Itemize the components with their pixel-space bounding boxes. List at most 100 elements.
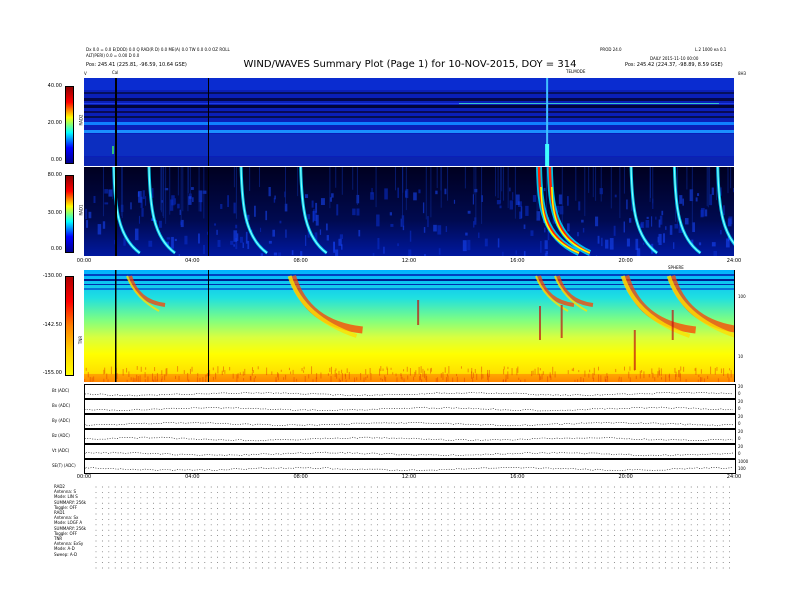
settings-dot <box>428 540 430 542</box>
line-panel-right-tick: 20 <box>738 384 744 389</box>
rad1-noise-mark <box>725 238 730 248</box>
settings-dot <box>588 545 590 547</box>
settings-dot <box>665 518 667 520</box>
settings-dot <box>447 551 449 553</box>
settings-dot <box>697 535 699 537</box>
settings-dot <box>671 491 673 493</box>
settings-dot <box>524 551 526 553</box>
settings-dot <box>133 513 135 515</box>
settings-dot <box>665 491 667 493</box>
settings-dot <box>364 540 366 542</box>
settings-dot <box>441 556 443 558</box>
tnr-noise-mark <box>502 379 504 382</box>
settings-dot <box>409 497 411 499</box>
settings-dot <box>697 545 699 547</box>
tnr-noise-mark <box>136 366 138 370</box>
rad1-noise-mark <box>325 223 328 231</box>
settings-dot <box>505 508 507 510</box>
rad1-noise-mark <box>567 223 570 232</box>
settings-dot <box>332 556 334 558</box>
settings-dot <box>434 518 436 520</box>
tnr-noise-mark <box>338 378 340 382</box>
settings-dot <box>575 567 577 569</box>
settings-dot <box>338 502 340 504</box>
settings-dot <box>293 513 295 515</box>
settings-dot <box>620 545 622 547</box>
tnr-noise-mark <box>396 377 398 382</box>
settings-dot <box>383 540 385 542</box>
settings-dot <box>236 545 238 547</box>
settings-dot <box>729 551 731 553</box>
settings-dot <box>159 529 161 531</box>
settings-dot <box>434 497 436 499</box>
tnr-noise-mark <box>430 368 432 374</box>
settings-dot <box>383 518 385 520</box>
settings-dot <box>402 567 404 569</box>
settings-dot <box>594 562 596 564</box>
settings-dot <box>178 562 180 564</box>
rad1-noise-mark <box>134 228 139 241</box>
settings-dot <box>479 508 481 510</box>
settings-dot <box>492 562 494 564</box>
settings-dot <box>229 535 231 537</box>
settings-dot <box>447 486 449 488</box>
settings-dot <box>434 508 436 510</box>
settings-dot <box>716 545 718 547</box>
settings-dot <box>345 556 347 558</box>
settings-dot <box>389 535 391 537</box>
rad1-noise-mark <box>145 196 147 206</box>
settings-dot <box>204 491 206 493</box>
settings-dot <box>172 513 174 515</box>
settings-dot <box>460 497 462 499</box>
tnr-noise-mark <box>597 366 599 371</box>
settings-dot <box>581 567 583 569</box>
settings-dot <box>165 524 167 526</box>
settings-dot <box>268 486 270 488</box>
settings-dot <box>588 508 590 510</box>
rad1-streak <box>623 167 625 194</box>
settings-dot <box>626 540 628 542</box>
rad1-streak <box>297 167 299 197</box>
settings-dot <box>620 567 622 569</box>
settings-dot <box>396 513 398 515</box>
settings-dot <box>396 508 398 510</box>
tnr-noise-mark <box>215 372 217 380</box>
rad1-noise-mark <box>260 253 264 256</box>
settings-dot <box>101 524 103 526</box>
settings-dot <box>127 486 129 488</box>
settings-dot <box>204 562 206 564</box>
settings-dot <box>140 545 142 547</box>
tnr-noise-mark <box>540 376 542 380</box>
settings-dot <box>607 551 609 553</box>
settings-dot <box>722 545 724 547</box>
tnr-noise-mark <box>257 366 259 370</box>
settings-dot <box>428 524 430 526</box>
tnr-noise-mark <box>423 370 425 379</box>
settings-dot <box>677 508 679 510</box>
tnr-noise-mark <box>573 367 575 372</box>
settings-dot <box>453 545 455 547</box>
settings-dot <box>274 491 276 493</box>
rad1-noise-mark <box>174 198 176 205</box>
settings-dot <box>498 529 500 531</box>
settings-dot <box>402 486 404 488</box>
settings-dot <box>338 529 340 531</box>
settings-dot <box>293 562 295 564</box>
settings-dot <box>530 556 532 558</box>
settings-dot <box>415 502 417 504</box>
rad1-streak <box>163 167 165 218</box>
tnr-noise-mark <box>316 373 318 380</box>
settings-dot <box>191 491 193 493</box>
settings-dot <box>671 562 673 564</box>
settings-dot <box>197 540 199 542</box>
tnr-noise-mark <box>251 367 253 372</box>
settings-dot <box>121 540 123 542</box>
settings-dot <box>633 540 635 542</box>
settings-dot <box>601 567 603 569</box>
settings-dot <box>665 529 667 531</box>
settings-dot <box>95 551 97 553</box>
tnr-noise-mark <box>674 367 676 373</box>
settings-dot <box>396 562 398 564</box>
settings-dot <box>389 508 391 510</box>
rad1-noise-mark <box>645 219 650 228</box>
